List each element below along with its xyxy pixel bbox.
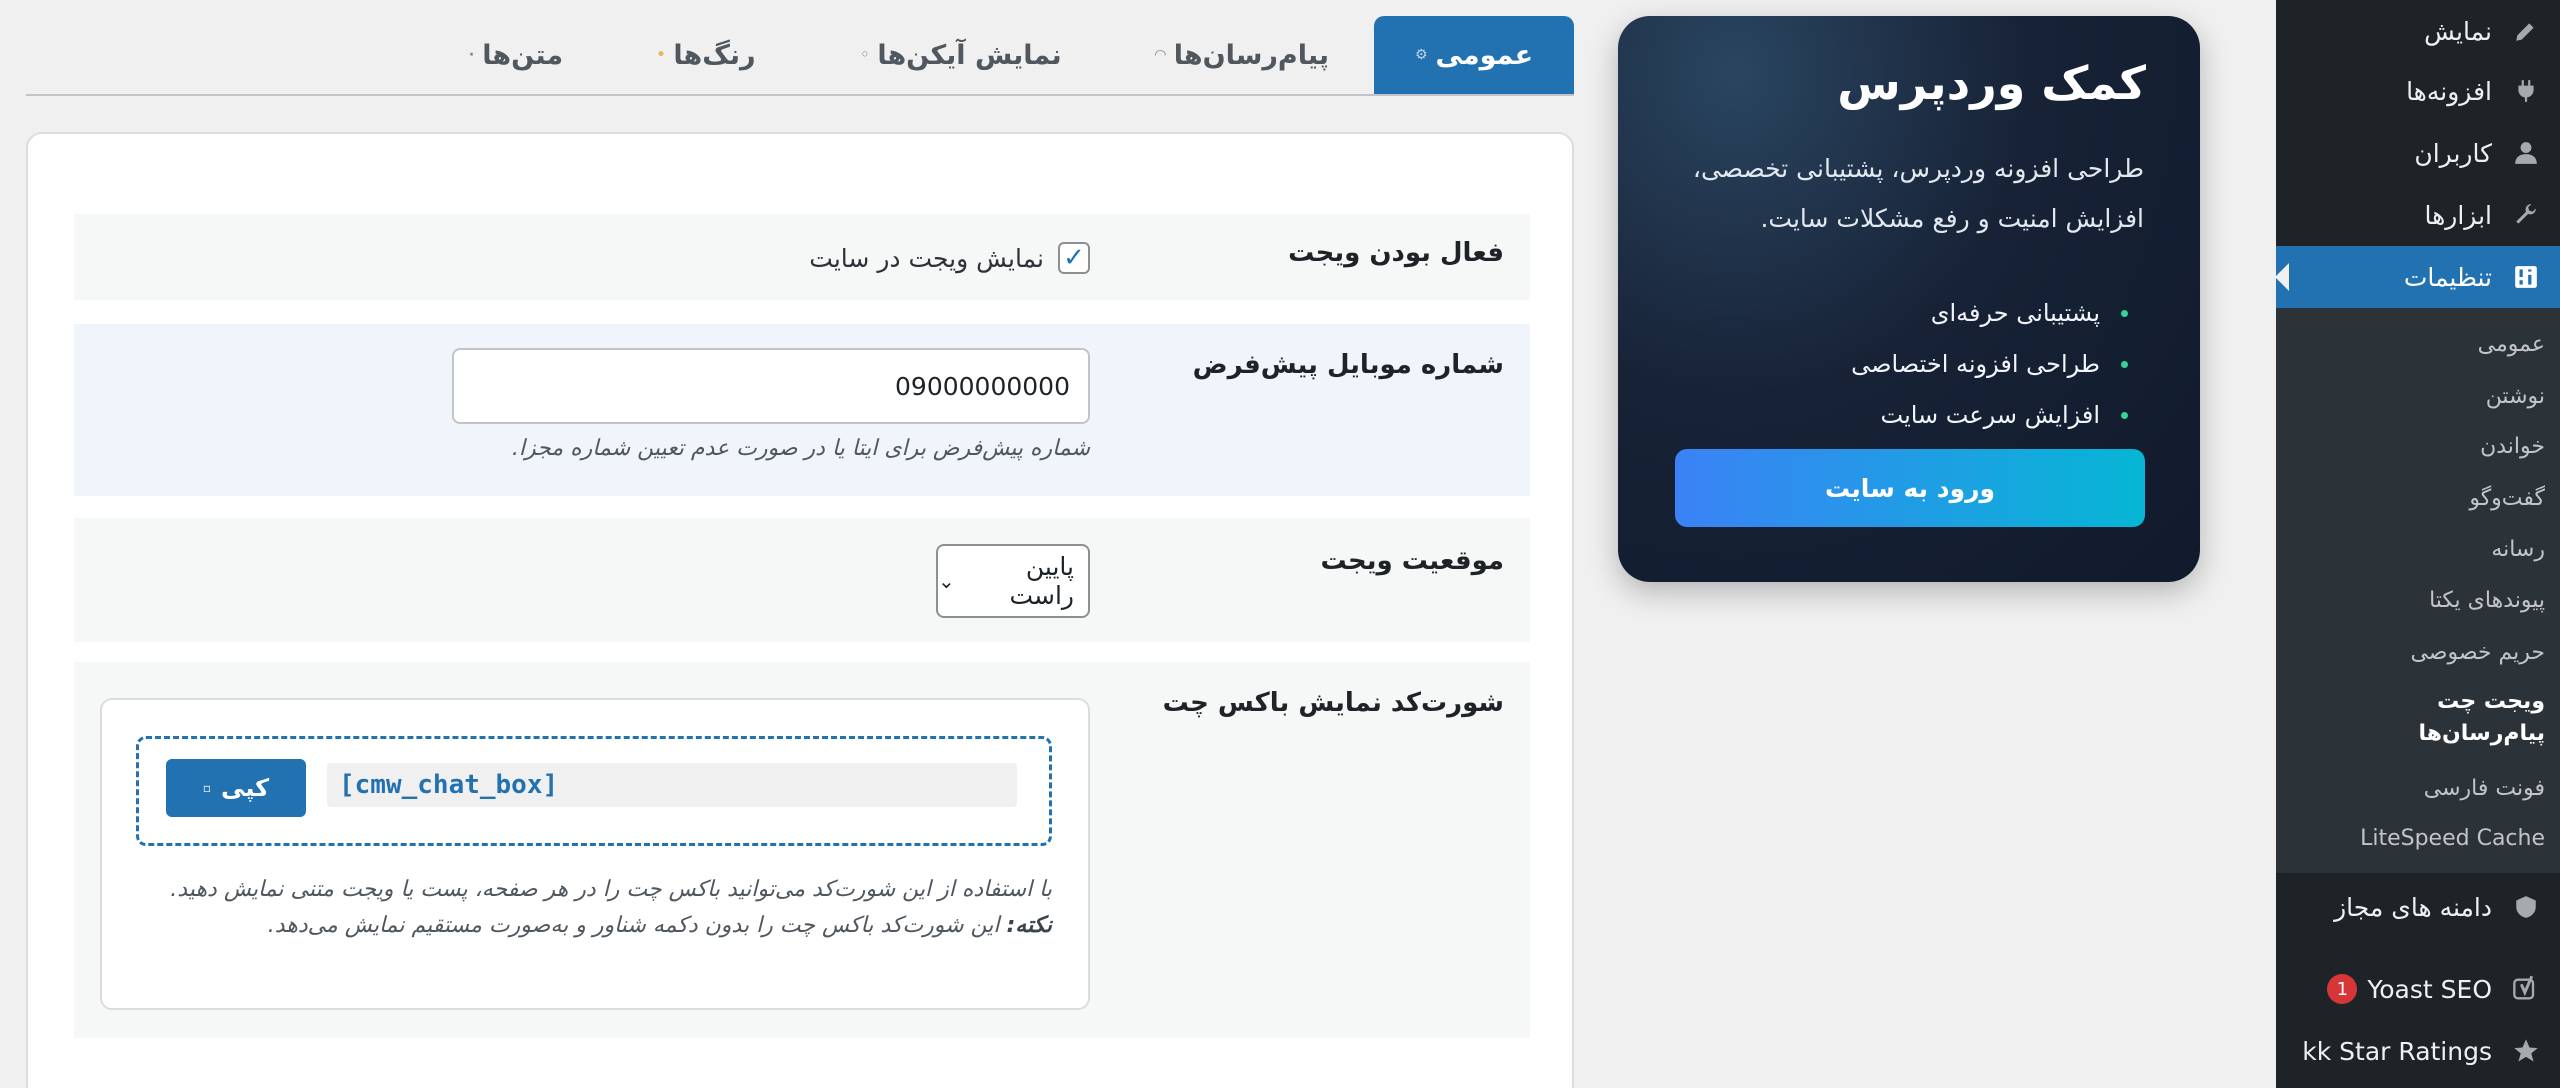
shortcode-text[interactable]: [cmw_chat_box]	[327, 763, 1017, 807]
star-icon	[2510, 1035, 2542, 1067]
field-label: شورت‌کد نمایش باکس چت	[1162, 688, 1504, 718]
tab-label: عمومی	[1435, 39, 1534, 71]
submenu-persian-font[interactable]: فونت فارسی	[2285, 772, 2545, 806]
copy-button[interactable]: کپی ▫	[166, 759, 306, 817]
promo-feature-list: پشتیبانی حرفه‌ای طراحی افزونه اختصاصی اف…	[1851, 288, 2128, 441]
menu-yoast[interactable]: Yoast SEO 1	[2276, 958, 2560, 1020]
plugin-icon	[2510, 75, 2542, 107]
menu-kk-star-ratings[interactable]: kk Star Ratings	[2276, 1020, 2560, 1082]
note-text: این شورت‌کد باکس چت را بدون دکمه شناور و…	[267, 913, 1000, 938]
eye-icon: ◦	[860, 47, 870, 63]
menu-plugins[interactable]: افزونه‌ها	[2276, 60, 2560, 122]
tab-colors[interactable]: رنگ‌ها •	[626, 16, 786, 94]
menu-users[interactable]: کاربران	[2276, 122, 2560, 184]
widget-active-checkbox-wrap[interactable]: ✓ نمایش ویجت در سایت	[809, 242, 1090, 274]
menu-tools[interactable]: ابزارها	[2276, 184, 2560, 246]
tab-label: نمایش آیکن‌ها	[877, 39, 1062, 71]
submenu-media[interactable]: رسانه	[2285, 533, 2545, 567]
shortcode-container: [cmw_chat_box] کپی ▫	[136, 736, 1052, 846]
menu-label: kk Star Ratings	[2302, 1036, 2492, 1066]
palette-icon: •	[656, 47, 666, 63]
row-shortcode: شورت‌کد نمایش باکس چت [cmw_chat_box] کپی…	[74, 662, 1530, 1038]
menu-settings[interactable]: تنظیمات	[2276, 246, 2560, 308]
field-label: شماره موبایل پیش‌فرض	[1192, 350, 1504, 380]
chevron-down-icon: ⌄	[938, 569, 955, 593]
shortcode-help-text: با استفاده از این شورت‌کد می‌توانید باکس…	[170, 877, 1052, 902]
promo-description: طراحی افزونه وردپرس، پشتیبانی تخصصی، افز…	[1692, 154, 2144, 233]
shortcode-help: با استفاده از این شورت‌کد می‌توانید باکس…	[132, 872, 1052, 944]
tab-general[interactable]: عمومی ⚙	[1374, 16, 1574, 94]
gear-icon: ⚙	[1414, 47, 1428, 63]
promo-feature: افزایش سرعت سایت	[1851, 390, 2128, 441]
submenu-litespeed[interactable]: LiteSpeed Cache	[2285, 822, 2545, 856]
wrench-icon	[2510, 199, 2542, 231]
menu-label: تنظیمات	[2403, 262, 2492, 292]
menu-allowed-domains[interactable]: دامنه های مجاز	[2276, 876, 2560, 938]
menu-label: نمایش	[2424, 16, 2492, 46]
settings-icon	[2510, 261, 2542, 293]
tab-label: رنگ‌ها	[673, 39, 756, 71]
submenu-writing[interactable]: نوشتن	[2285, 380, 2545, 414]
submenu-permalinks[interactable]: پیوندهای یکتا	[2285, 584, 2545, 618]
shortcode-box: [cmw_chat_box] کپی ▫ با استفاده از این شو…	[100, 698, 1090, 1010]
mobile-input[interactable]: 09000000000	[452, 348, 1090, 424]
promo-title: کمک وردپرس	[1837, 56, 2146, 110]
copy-label: کپی	[221, 774, 270, 802]
text-icon: ·	[468, 47, 475, 63]
submenu-privacy[interactable]: حریم خصوصی	[2285, 636, 2545, 670]
admin-sidebar: نمایش افزونه‌ها کاربران ابزارها تنظیمات …	[2276, 0, 2560, 1088]
select-value: پایین راست	[1009, 552, 1074, 610]
settings-panel: فعال بودن ویجت ✓ نمایش ویجت در سایت شمار…	[26, 132, 1574, 1088]
submenu-general[interactable]: عمومی	[2285, 328, 2545, 362]
submenu-discussion[interactable]: گفت‌وگو	[2285, 482, 2545, 516]
row-default-mobile: شماره موبایل پیش‌فرض 09000000000 شماره پ…	[74, 324, 1530, 496]
menu-label: کاربران	[2414, 138, 2492, 168]
shortcode-note: نکته: این شورت‌کد باکس چت را بدون دکمه ش…	[132, 908, 1052, 944]
submenu-reading[interactable]: خواندن	[2285, 430, 2545, 464]
shield-icon	[2510, 891, 2542, 923]
menu-label: دامنه های مجاز	[2334, 892, 2492, 922]
menu-label: Yoast SEO	[2367, 974, 2492, 1004]
row-widget-active: فعال بودن ویجت ✓ نمایش ویجت در سایت	[74, 214, 1530, 300]
chat-icon: ◠	[1155, 47, 1166, 63]
yoast-icon	[2510, 973, 2542, 1005]
promo-feature: طراحی افزونه اختصاصی	[1851, 339, 2128, 390]
row-widget-position: موقعیت ویجت پایین راست ⌄	[74, 518, 1530, 642]
checkbox-label: نمایش ویجت در سایت	[809, 243, 1044, 273]
user-icon	[2510, 137, 2542, 169]
field-label: فعال بودن ویجت	[1288, 238, 1504, 268]
copy-icon: ▫	[202, 781, 212, 795]
note-label: نکته:	[1006, 913, 1052, 938]
paintbrush-icon	[2510, 15, 2542, 47]
field-help: شماره پیش‌فرض برای ایتا یا در صورت عدم ت…	[511, 436, 1090, 461]
tab-label: پیام‌رسان‌ها	[1173, 39, 1330, 71]
tab-label: متن‌ها	[482, 39, 564, 71]
tab-texts[interactable]: متن‌ها ·	[436, 16, 596, 94]
notification-badge: 1	[2327, 974, 2358, 1004]
tab-messengers[interactable]: پیام‌رسان‌ها ◠	[1142, 16, 1342, 94]
tab-icon-display[interactable]: نمایش آیکن‌ها ◦	[826, 16, 1096, 94]
menu-label: افزونه‌ها	[2406, 76, 2492, 106]
menu-appearance[interactable]: نمایش	[2276, 0, 2560, 62]
promo-card: کمک وردپرس طراحی افزونه وردپرس، پشتیبانی…	[1618, 16, 2200, 582]
menu-label: ابزارها	[2424, 200, 2492, 230]
position-select[interactable]: پایین راست ⌄	[936, 544, 1090, 618]
settings-submenu: عمومی نوشتن خواندن گفت‌وگو رسانه پیوندها…	[2276, 308, 2560, 873]
submenu-chat-widget[interactable]: ویجت چت پیام‌رسان‌ها	[2395, 686, 2545, 750]
promo-cta-button[interactable]: ورود به سایت	[1675, 449, 2145, 527]
widget-active-checkbox[interactable]: ✓	[1058, 242, 1090, 274]
promo-feature: پشتیبانی حرفه‌ای	[1851, 288, 2128, 339]
settings-tabs: عمومی ⚙ پیام‌رسان‌ها ◠ نمایش آیکن‌ها ◦ رنگ‌…	[26, 16, 1574, 96]
field-label: موقعیت ویجت	[1320, 546, 1504, 576]
